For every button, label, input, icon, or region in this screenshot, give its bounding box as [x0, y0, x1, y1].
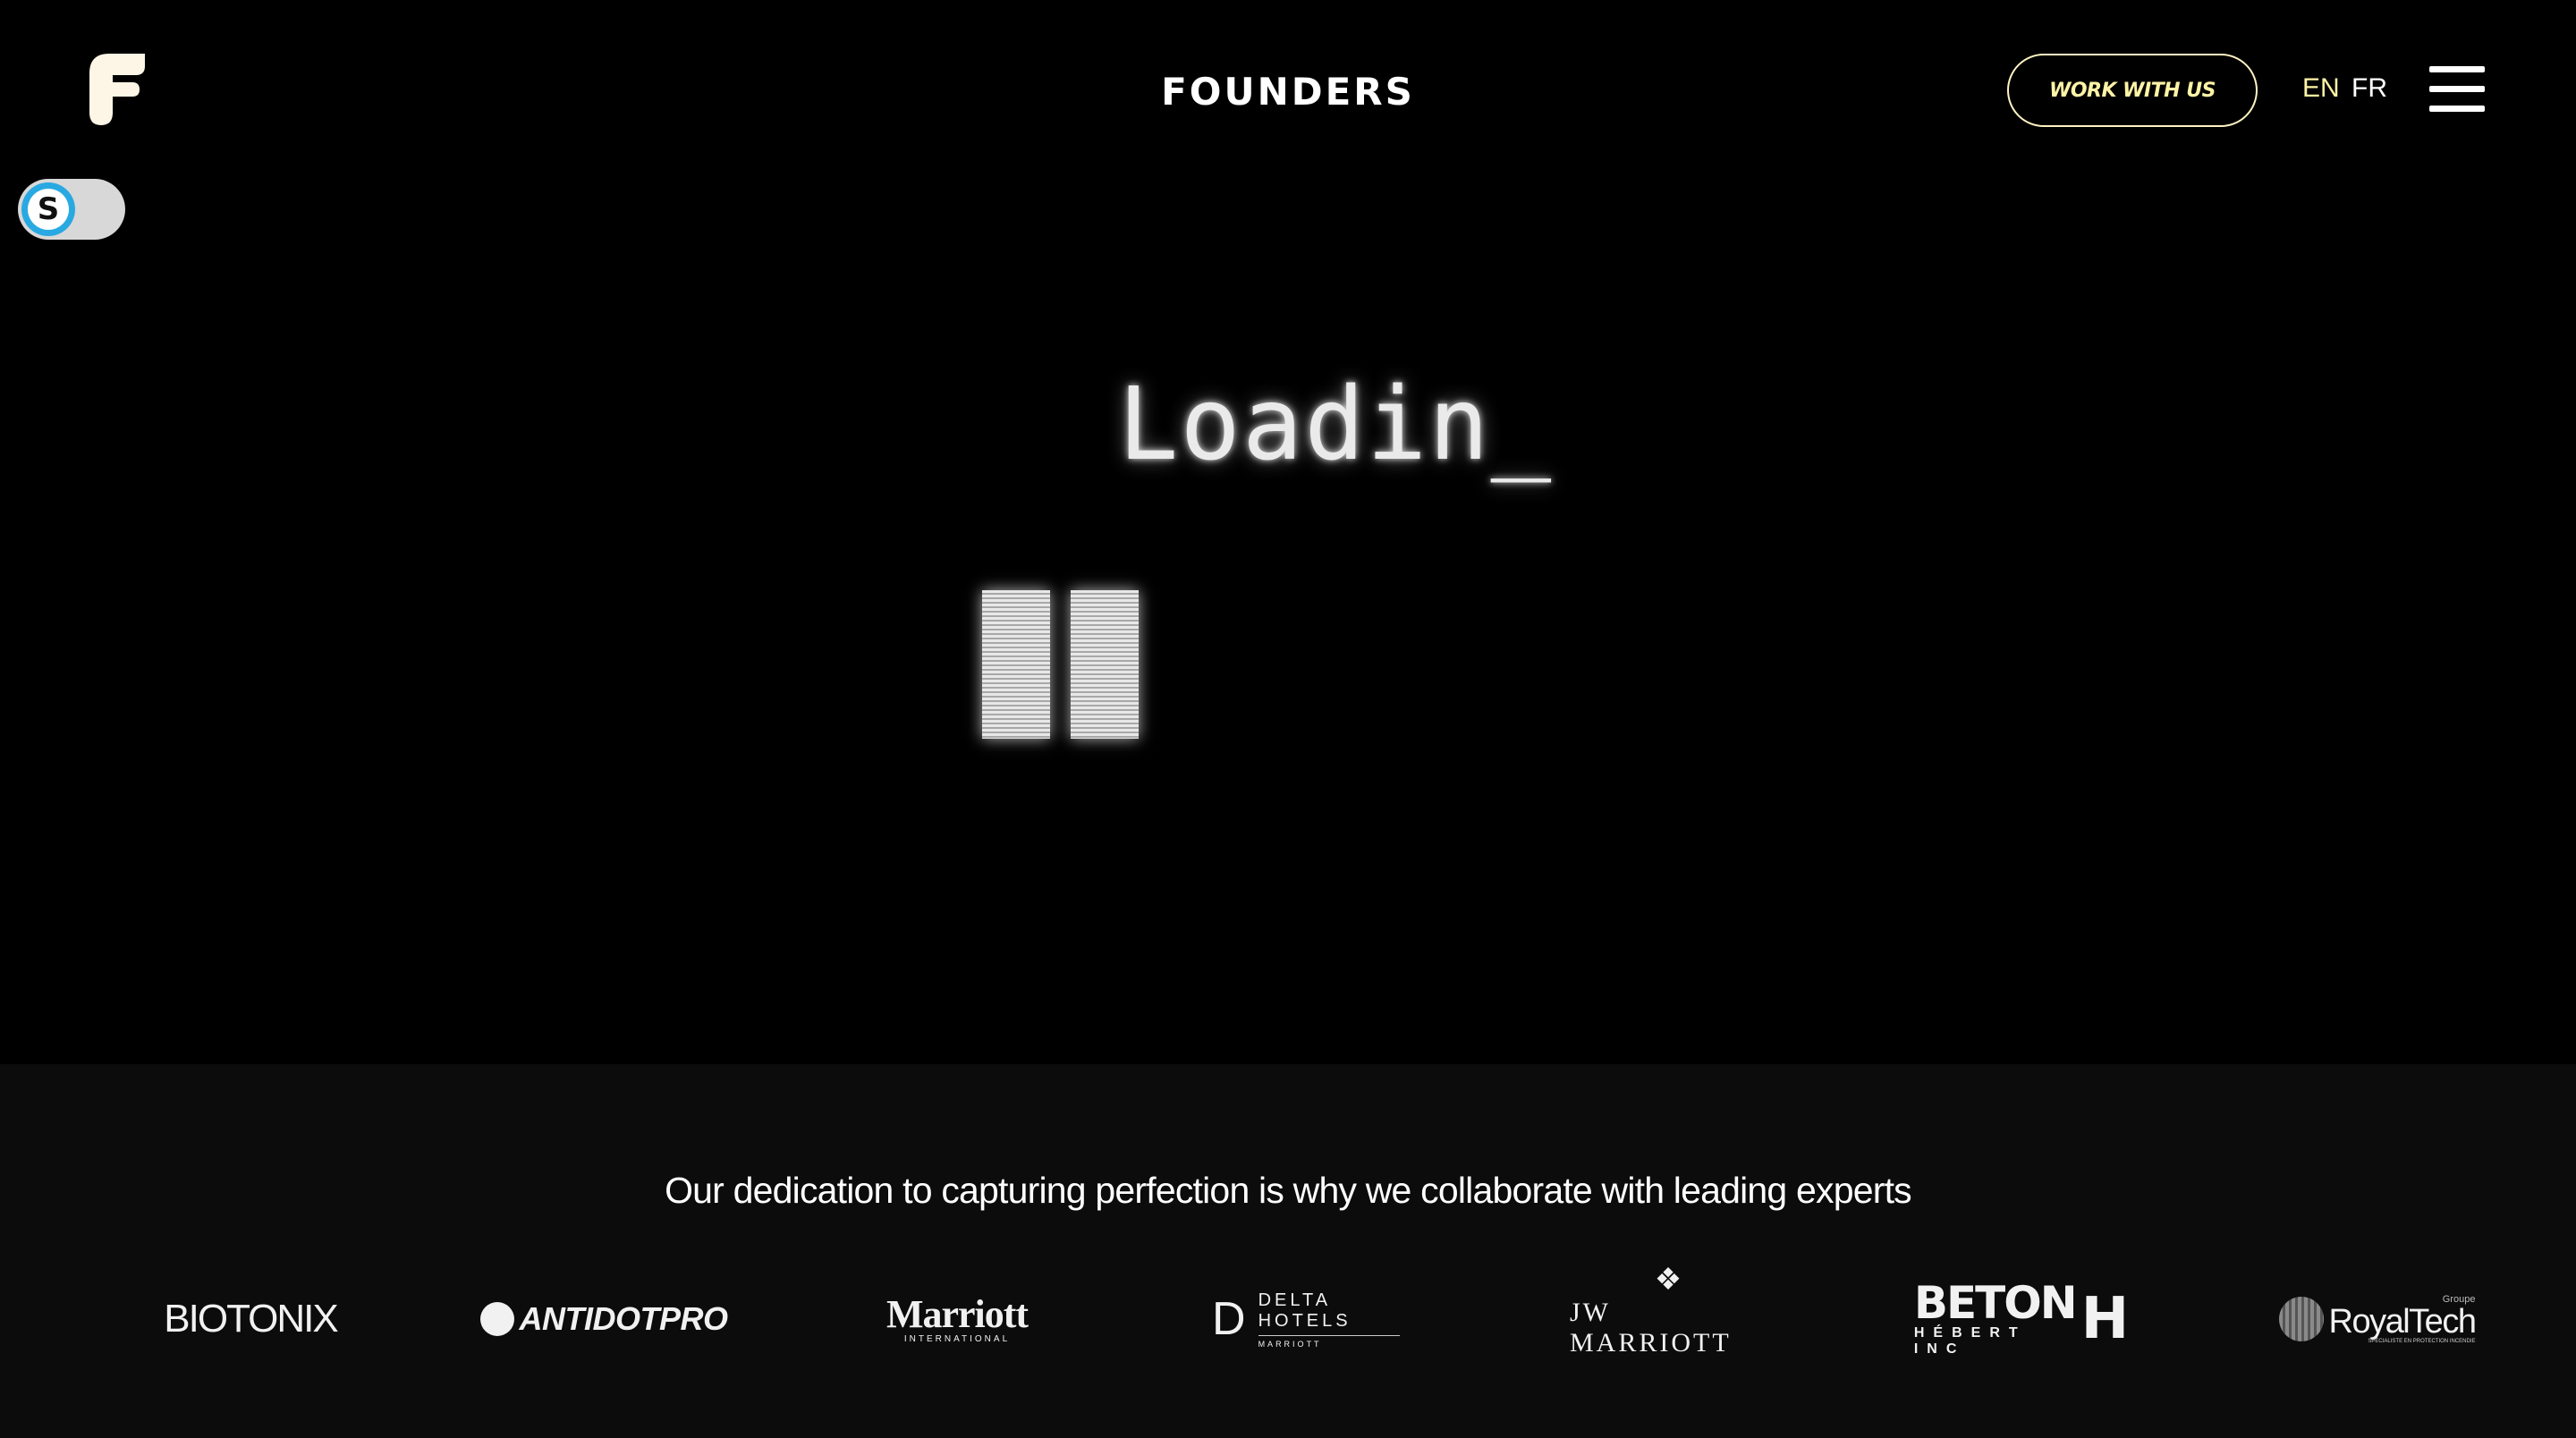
- biotonix-logo-text: BIOTONIX: [164, 1297, 338, 1341]
- toggle-knob: S: [21, 182, 75, 236]
- jw-logo-text: JW MARRIOTT: [1570, 1298, 1732, 1358]
- royaltech-circle-icon: [2278, 1297, 2324, 1341]
- jw-bird-icon: ❖: [1654, 1263, 1682, 1297]
- beton-logo-text: BETON: [1913, 1277, 2078, 1329]
- extension-toggle[interactable]: S: [18, 179, 125, 240]
- antidotpro-logo-text: ANTIDOTPRO: [519, 1300, 729, 1337]
- hamburger-menu-icon[interactable]: [2429, 66, 2485, 113]
- marriott-logo-text: Marriott: [886, 1291, 1029, 1336]
- pause-icon[interactable]: [982, 590, 1139, 739]
- marriott-logo: Marriott INTERNATIONAL: [886, 1279, 1029, 1359]
- royaltech-text-group: Groupe RoyalTech SPÉCIALISTE EN PROTECTI…: [2328, 1294, 2477, 1344]
- biotonix-logo: BIOTONIX: [152, 1279, 349, 1359]
- delta-logo-text: DELTA HOTELS: [1258, 1290, 1400, 1336]
- delta-logo-subtext: MARRIOTT: [1258, 1339, 1322, 1349]
- jw-marriott-logo: ❖ JW MARRIOTT: [1570, 1263, 1767, 1358]
- beton-text-group: BETON HÉBERT INC: [1913, 1277, 2078, 1358]
- menu-line: [2429, 66, 2485, 72]
- pause-bar-right: [1071, 590, 1139, 739]
- language-en-link[interactable]: EN: [2302, 73, 2340, 104]
- partners-heading: Our dedication to capturing perfection i…: [665, 1170, 1912, 1211]
- delta-d-icon: D: [1212, 1293, 1246, 1345]
- beton-hebert-logo: BETON HÉBERT INC H: [1914, 1279, 2129, 1359]
- language-fr-link[interactable]: FR: [2351, 73, 2387, 104]
- beton-h-icon: H: [2080, 1286, 2130, 1352]
- toggle-knob-letter: S: [28, 189, 69, 230]
- antidotpro-logo: ANTIDOTPRO: [479, 1279, 729, 1359]
- antidotpro-mark-icon: [479, 1302, 514, 1336]
- royaltech-logo-subtext: SPÉCIALISTE EN PROTECTION INCENDIE: [2368, 1339, 2476, 1344]
- menu-line: [2429, 86, 2485, 92]
- work-with-us-button[interactable]: WORK WITH US: [2007, 54, 2258, 127]
- royaltech-logo: Groupe RoyalTech SPÉCIALISTE EN PROTECTI…: [2267, 1279, 2487, 1359]
- delta-text-group: DELTA HOTELS MARRIOTT: [1258, 1290, 1400, 1349]
- page: FOUNDERS WORK WITH US EN FR S Loadin_ Ou…: [0, 0, 2576, 1438]
- loading-text: Loadin_: [1118, 367, 1554, 483]
- partners-section: Our dedication to capturing perfection i…: [0, 1064, 2576, 1438]
- beton-logo-subtext: HÉBERT INC: [1913, 1325, 2027, 1357]
- marriott-logo-subtext: INTERNATIONAL: [903, 1333, 1011, 1344]
- menu-line: [2429, 106, 2485, 112]
- pause-bar-left: [982, 590, 1050, 739]
- delta-hotels-logo: D DELTA HOTELS MARRIOTT: [1212, 1279, 1400, 1359]
- royaltech-logo-text: RoyalTech: [2328, 1303, 2477, 1341]
